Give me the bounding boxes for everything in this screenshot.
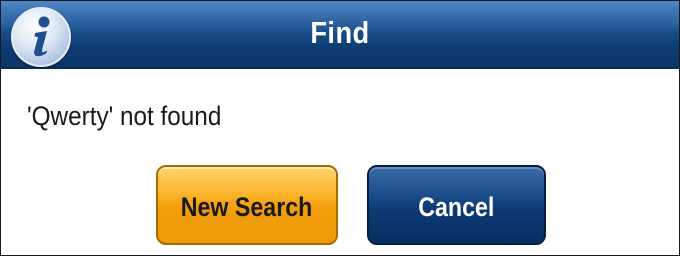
info-icon xyxy=(11,7,71,67)
title-bar: Find xyxy=(1,1,679,69)
new-search-label: New Search xyxy=(181,192,313,222)
find-dialog: Find 'Qwerty' not found New Search Cance… xyxy=(0,0,680,256)
new-search-button[interactable]: New Search xyxy=(156,165,338,245)
cancel-button[interactable]: Cancel xyxy=(367,165,546,245)
not-found-message: 'Qwerty' not found xyxy=(27,101,222,131)
cancel-label: Cancel xyxy=(418,192,495,222)
dialog-title: Find xyxy=(310,15,370,50)
